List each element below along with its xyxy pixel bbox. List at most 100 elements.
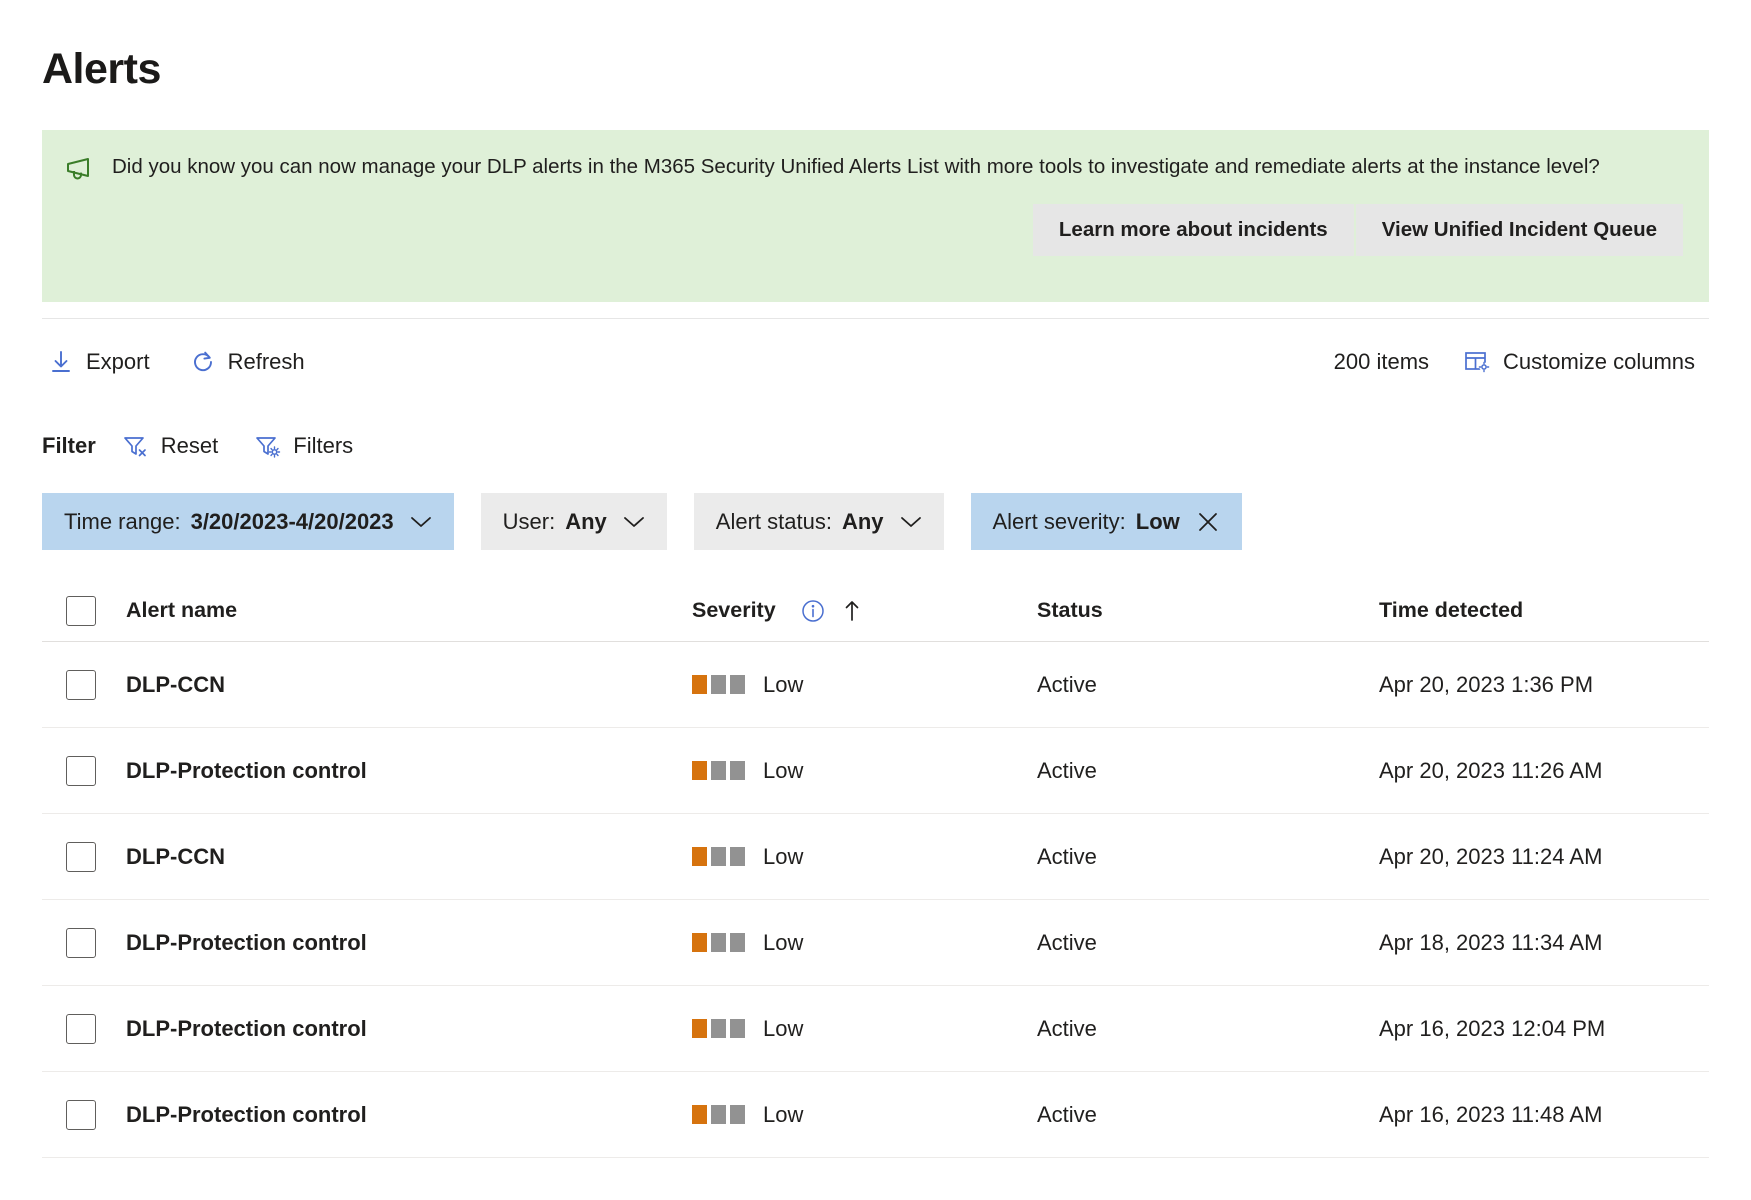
select-all-checkbox[interactable] (66, 595, 96, 626)
severity-cell: Low (692, 1102, 1037, 1128)
table-header-row: Alert name Severity Status Time detected (42, 580, 1709, 643)
row-select-cell (42, 755, 126, 786)
view-unified-incident-queue-button[interactable]: View Unified Incident Queue (1355, 204, 1683, 257)
time-detected-cell: Apr 20, 2023 11:26 AM (1379, 757, 1603, 783)
column-header-alert-name[interactable]: Alert name (126, 598, 692, 623)
severity-cell: Low (692, 1016, 1037, 1042)
severity-cell: Low (692, 758, 1037, 784)
row-checkbox[interactable] (66, 669, 96, 700)
chevron-down-icon[interactable] (410, 515, 432, 529)
row-checkbox[interactable] (66, 1013, 96, 1044)
alert-name-cell[interactable]: DLP-Protection control (126, 1016, 692, 1042)
filters-label: Filters (293, 433, 354, 459)
severity-cell: Low (692, 844, 1037, 870)
status-cell: Active (1037, 1101, 1097, 1127)
customize-columns-label: Customize columns (1503, 348, 1695, 374)
column-header-status[interactable]: Status (1037, 598, 1379, 623)
customize-columns-button[interactable]: Customize columns (1457, 341, 1709, 383)
alert-severity-filter-pill[interactable]: Alert severity: Low (970, 493, 1242, 551)
table-row[interactable]: DLP-CCN Low Active Apr 20, 2023 11:24 AM (42, 814, 1709, 901)
time-detected-cell: Apr 18, 2023 11:34 AM (1379, 929, 1603, 955)
alert-status-pill-label: Alert status: (715, 508, 832, 534)
severity-label: Low (763, 757, 804, 783)
severity-label: Low (763, 671, 804, 697)
alert-name-cell[interactable]: DLP-Protection control (126, 758, 692, 784)
select-all-cell (42, 595, 126, 626)
table-row[interactable]: DLP-Protection control Low Active Apr 16, 2… (42, 986, 1709, 1073)
reset-filters-button[interactable]: Reset (118, 427, 228, 465)
row-select-cell (42, 1099, 126, 1130)
info-icon[interactable] (800, 598, 826, 624)
dlp-info-banner: Did you know you can now manage your DLP… (42, 130, 1709, 303)
chevron-down-icon[interactable] (900, 515, 922, 529)
table-row[interactable]: DLP-Protection control Low Active Apr 18, 2… (42, 900, 1709, 987)
status-cell: Active (1037, 929, 1097, 955)
time-detected-cell: Apr 20, 2023 1:36 PM (1379, 671, 1594, 697)
user-pill-value: Any (565, 508, 607, 534)
time-detected-cell: Apr 16, 2023 12:04 PM (1379, 1015, 1606, 1041)
funnel-x-icon (122, 433, 150, 459)
megaphone-icon (66, 156, 96, 182)
status-cell: Active (1037, 1015, 1097, 1041)
export-label: Export (86, 348, 150, 374)
severity-header-label: Severity (692, 598, 776, 623)
severity-level-indicator (692, 761, 745, 781)
time-detected-cell: Apr 20, 2023 11:24 AM (1379, 843, 1603, 869)
table-columns-gear-icon (1463, 349, 1491, 375)
status-cell: Active (1037, 843, 1097, 869)
funnel-gear-icon (254, 433, 282, 459)
row-checkbox[interactable] (66, 1099, 96, 1130)
filters-button[interactable]: Filters (250, 427, 363, 465)
time-range-pill-value: 3/20/2023-4/20/2023 (190, 508, 394, 534)
alert-name-cell[interactable]: DLP-CCN (126, 672, 692, 698)
time-range-filter-pill[interactable]: Time range: 3/20/2023-4/20/2023 (42, 493, 454, 551)
row-select-cell (42, 669, 126, 700)
severity-level-indicator (692, 1105, 745, 1125)
export-button[interactable]: Export (42, 341, 164, 383)
time-range-pill-label: Time range: (64, 508, 181, 534)
user-filter-pill[interactable]: User: Any (480, 493, 667, 551)
refresh-icon (190, 349, 216, 375)
severity-level-indicator (692, 933, 745, 953)
arrow-up-icon[interactable] (842, 598, 862, 624)
alert-name-cell[interactable]: DLP-Protection control (126, 930, 692, 956)
alert-severity-pill-value: Low (1135, 508, 1180, 534)
table-row[interactable]: DLP-Protection control Low Active Apr 20, 2… (42, 728, 1709, 815)
table-row[interactable]: DLP-Protection control Low Active Apr 16, 2… (42, 1072, 1709, 1159)
row-select-cell (42, 1013, 126, 1044)
alert-name-cell[interactable]: DLP-CCN (126, 844, 692, 870)
refresh-button[interactable]: Refresh (184, 341, 319, 383)
download-icon (48, 349, 74, 375)
severity-cell: Low (692, 672, 1037, 698)
row-select-cell (42, 927, 126, 958)
user-pill-label: User: (502, 508, 556, 534)
alert-status-pill-value: Any (841, 508, 884, 534)
filter-bar-label: Filter (42, 433, 96, 459)
banner-message: Did you know you can now manage your DLP… (112, 155, 1600, 179)
alert-name-cell[interactable]: DLP-Protection control (126, 1102, 692, 1128)
command-bar: Export Refresh 200 items Customize colum… (42, 318, 1709, 404)
filter-bar: Filter Reset Filters (42, 416, 1709, 476)
row-checkbox[interactable] (66, 755, 96, 786)
severity-label: Low (763, 1101, 804, 1127)
alert-status-filter-pill[interactable]: Alert status: Any (693, 493, 944, 551)
alerts-page: Alerts Did you know you can now manage y… (0, 0, 1751, 1200)
page-title: Alerts (42, 45, 161, 93)
severity-label: Low (763, 929, 804, 955)
row-checkbox[interactable] (66, 841, 96, 872)
alerts-table: Alert name Severity Status Time detected… (42, 580, 1709, 1159)
column-header-time-detected[interactable]: Time detected (1379, 598, 1709, 623)
close-icon[interactable] (1196, 510, 1220, 534)
row-select-cell (42, 841, 126, 872)
severity-level-indicator (692, 847, 745, 867)
severity-label: Low (763, 843, 804, 869)
learn-more-about-incidents-button[interactable]: Learn more about incidents (1032, 204, 1354, 257)
refresh-label: Refresh (227, 348, 305, 374)
chevron-down-icon[interactable] (623, 515, 645, 529)
severity-cell: Low (692, 930, 1037, 956)
row-checkbox[interactable] (66, 927, 96, 958)
table-row[interactable]: DLP-CCN Low Active Apr 20, 2023 1:36 PM (42, 642, 1709, 729)
severity-level-indicator (692, 1019, 745, 1039)
severity-level-indicator (692, 675, 745, 695)
column-header-severity[interactable]: Severity (692, 598, 1037, 624)
